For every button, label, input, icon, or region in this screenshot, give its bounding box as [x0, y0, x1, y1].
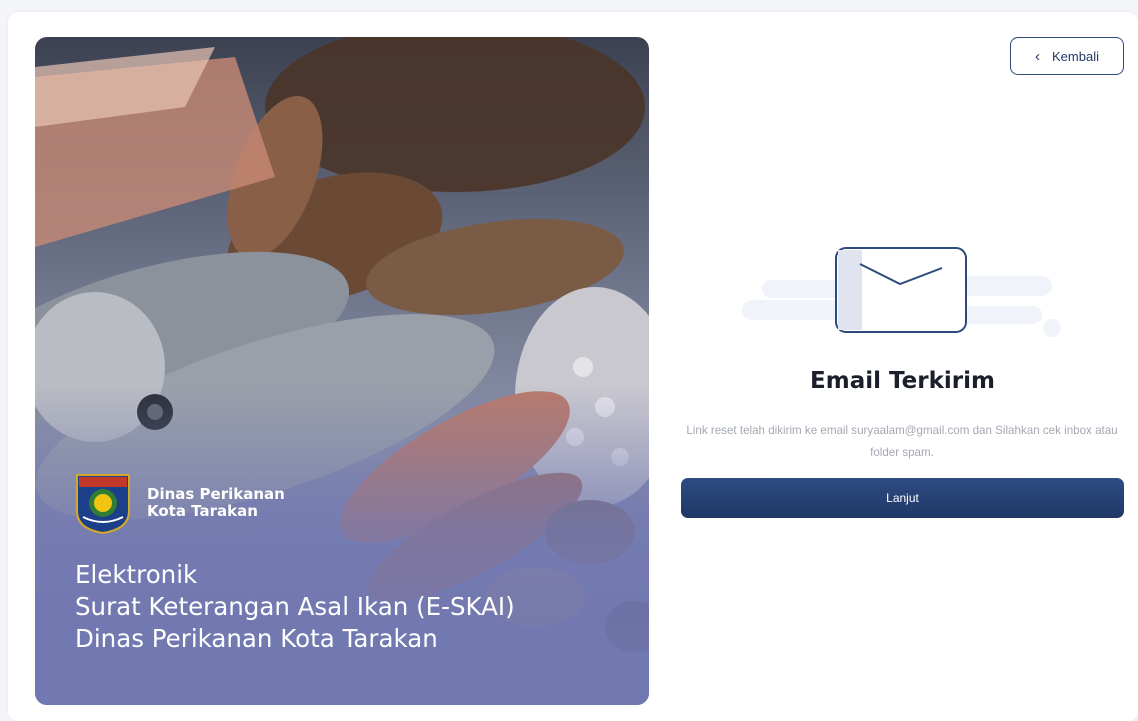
org-name-line1: Dinas Perikanan: [147, 485, 285, 503]
hero-title-line2: Surat Keterangan Asal Ikan (E-SKAI): [75, 592, 515, 621]
org-name: Dinas Perikanan Kota Tarakan: [147, 486, 285, 520]
hero-title: Elektronik Surat Keterangan Asal Ikan (E…: [75, 559, 515, 655]
kota-tarakan-logo: [76, 474, 130, 535]
org-brand: Dinas Perikanan Kota Tarakan: [73, 471, 285, 535]
envelope-icon: [835, 247, 967, 333]
status-title: Email Terkirim: [810, 368, 995, 394]
status-message: Link reset telah dikirim ke email suryaa…: [686, 424, 1118, 459]
hero-overlay: [35, 385, 649, 705]
hero-title-line3: Dinas Perikanan Kota Tarakan: [75, 624, 438, 653]
next-button[interactable]: Lanjut: [681, 478, 1124, 518]
back-button[interactable]: ‹ Kembali: [1010, 37, 1124, 75]
org-name-line2: Kota Tarakan: [147, 502, 258, 520]
back-button-label: Kembali: [1052, 48, 1099, 64]
chevron-left-icon: ‹: [1035, 47, 1041, 65]
hero-banner: Dinas Perikanan Kota Tarakan Elektronik …: [35, 37, 649, 705]
hero-title-line1: Elektronik: [75, 560, 198, 589]
envelope-illustration: [742, 247, 1061, 337]
